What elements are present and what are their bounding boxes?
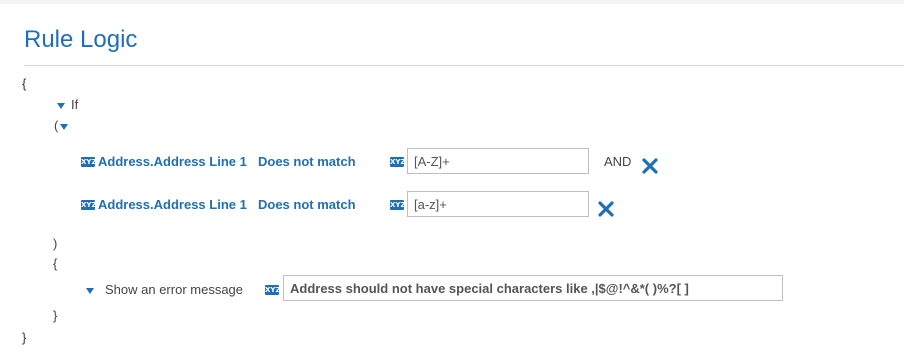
- xyz-field-icon: XYZ: [81, 157, 97, 167]
- group-collapse-icon[interactable]: [60, 124, 68, 130]
- xyz-value-icon: XYZ: [390, 200, 406, 210]
- action-collapse-icon[interactable]: [86, 288, 94, 294]
- condition-1-field-link[interactable]: Address.Address Line 1: [98, 154, 247, 169]
- close-icon[interactable]: [598, 201, 614, 217]
- action-open-brace: {: [53, 256, 58, 271]
- title-divider: [24, 65, 904, 66]
- group-open-paren: (: [54, 118, 59, 133]
- xyz-value-icon: XYZ: [265, 285, 281, 295]
- condition-2-operator-link[interactable]: Does not match: [258, 197, 356, 212]
- condition-2-value-input[interactable]: [407, 191, 589, 217]
- group-close-paren: ): [53, 236, 58, 251]
- condition-1-value-input[interactable]: [407, 148, 589, 174]
- outer-open-brace: {: [22, 76, 27, 91]
- rule-logic-panel: Rule Logic { If ( XYZ Address.Address Li…: [0, 4, 904, 357]
- if-collapse-icon[interactable]: [57, 103, 65, 109]
- if-label: If: [71, 97, 79, 112]
- action-close-brace: }: [53, 308, 58, 323]
- condition-1-connector[interactable]: AND: [604, 154, 631, 169]
- xyz-value-icon: XYZ: [390, 157, 406, 167]
- outer-close-brace: }: [22, 330, 27, 345]
- error-message-input[interactable]: [283, 275, 783, 301]
- condition-1-operator-link[interactable]: Does not match: [258, 154, 356, 169]
- action-label[interactable]: Show an error message: [105, 282, 243, 297]
- xyz-field-icon: XYZ: [81, 200, 97, 210]
- condition-2-field-link[interactable]: Address.Address Line 1: [98, 197, 247, 212]
- close-icon[interactable]: [642, 158, 658, 174]
- page-title: Rule Logic: [24, 26, 138, 53]
